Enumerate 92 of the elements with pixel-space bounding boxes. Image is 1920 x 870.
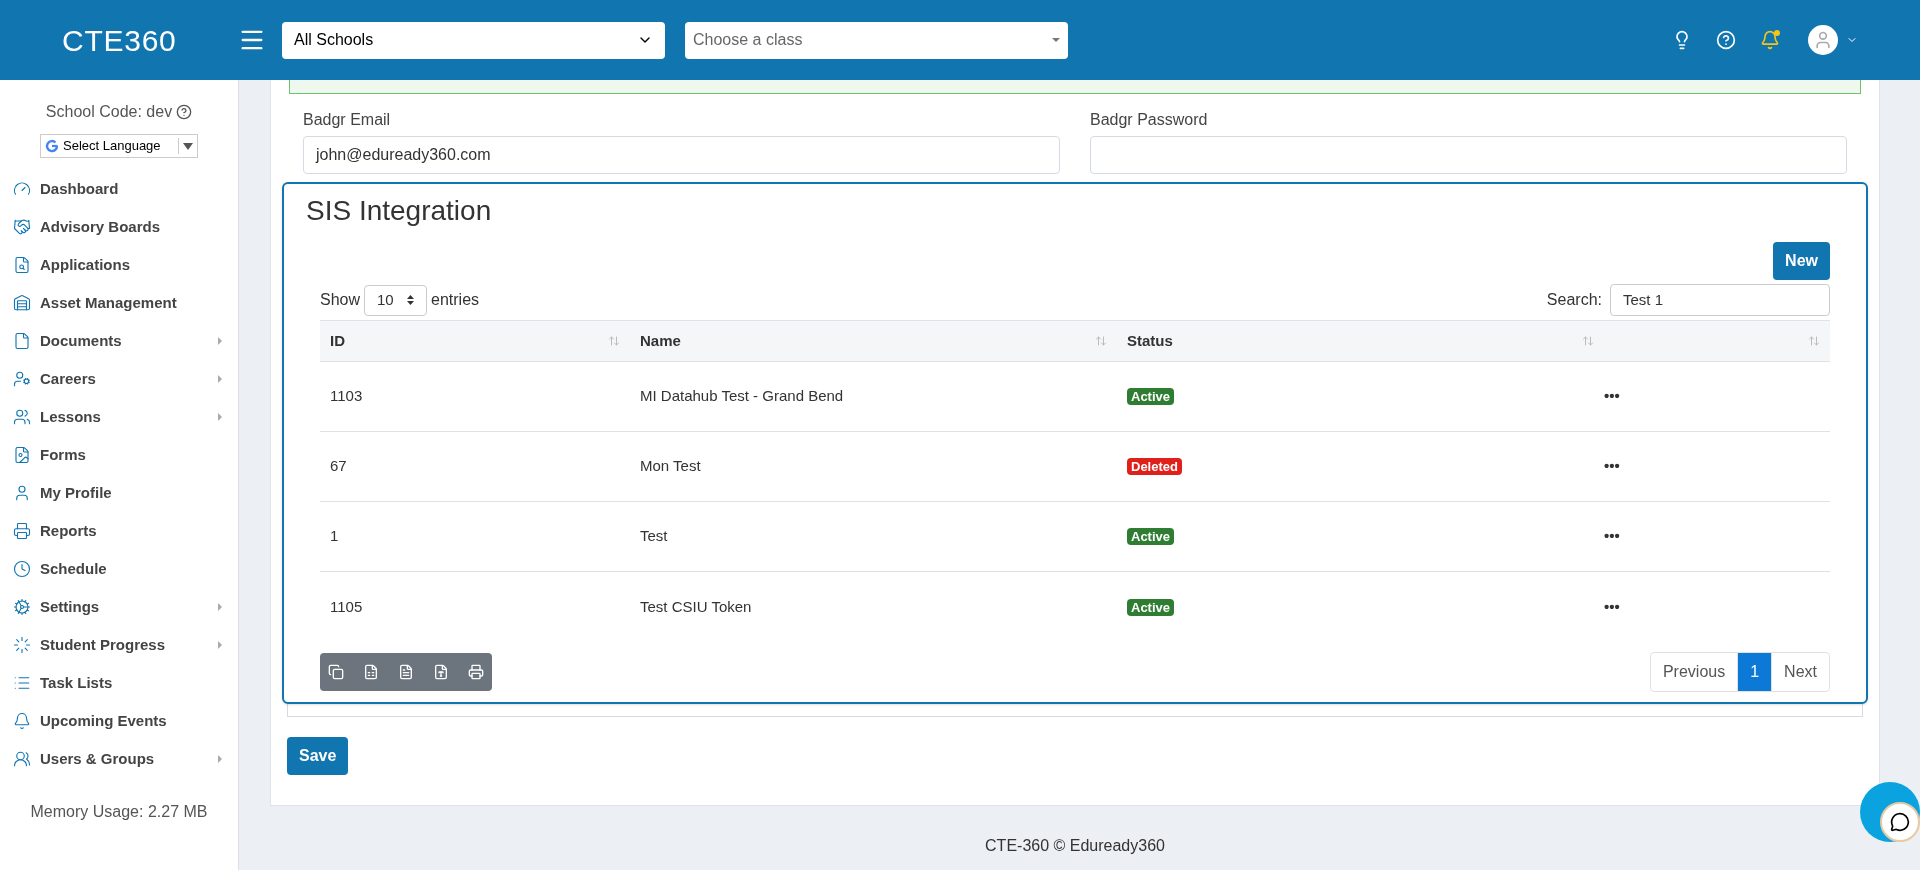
column-header[interactable]: Status [1127,329,1173,353]
updown-icon [407,295,415,305]
pagination-button[interactable]: 1 [1737,653,1772,691]
pagination-button[interactable]: Next [1771,653,1829,691]
sidebar-item[interactable]: Lessons [0,398,238,436]
table-cell-text: Mon Test [639,456,702,477]
logo[interactable]: CTE360 [62,17,212,63]
search-label: Search: [1546,290,1602,310]
entries-label: entries [431,290,480,310]
more-button[interactable]: ••• [1604,387,1620,405]
gauge-icon [13,180,31,198]
caret-icon [218,375,222,383]
field-label: Badgr Password [1090,110,1209,130]
dotted-circle-icon [13,636,31,654]
caret-icon [1052,38,1060,42]
password-field[interactable] [1090,136,1847,174]
table-cell-text: MI Datahub Test - Grand Bend [639,386,845,407]
list-icon [13,674,31,692]
person-icon [13,484,31,502]
column-header[interactable]: Name [640,329,681,353]
caret-icon [218,641,222,649]
sidebar-item[interactable]: Careers [0,360,238,398]
caret-icon [218,603,222,611]
caret-icon [218,413,222,421]
search-field[interactable]: Test 1 [1610,284,1830,316]
clock-icon [13,560,31,578]
sidebar-item[interactable]: Task Lists [0,664,238,702]
pagination-button[interactable]: Previous [1650,653,1738,691]
caret-icon [218,755,222,763]
field-label: Badgr Email [303,110,392,130]
bell-icon [13,712,31,730]
status-badge: Active [1127,388,1175,406]
entries-select[interactable]: 10 [364,284,428,316]
group-icon [13,750,31,768]
footer-text: CTE-360 © Eduready360 [985,836,1165,856]
table-cell-text: 1 [329,526,340,547]
handshake-icon [13,218,31,236]
printer-icon[interactable] [468,664,484,680]
save-button[interactable]: Save [287,737,349,775]
avatar[interactable] [1808,25,1838,55]
help-icon[interactable] [176,104,193,120]
more-button[interactable]: ••• [1604,457,1620,475]
sidebar-item[interactable]: Applications [0,246,238,284]
table-cell-text: 1105 [329,596,364,617]
file-icon [13,332,31,350]
new-button[interactable]: New [1773,242,1830,280]
memory-usage: Memory Usage: 2.27 MB [29,802,209,822]
class-select[interactable]: Choose a class [685,21,1068,59]
group-icon [13,408,31,426]
more-button[interactable]: ••• [1604,527,1620,545]
pdf-icon[interactable] [433,664,449,680]
more-button[interactable]: ••• [1604,597,1620,615]
document-icon[interactable] [398,664,414,680]
sidebar-item[interactable]: Forms [0,436,238,474]
table-cell-text: 1103 [329,386,364,407]
school-code: School Code: dev [45,102,173,122]
google-icon [45,139,59,153]
sidebar-item[interactable]: Schedule [0,550,238,588]
section-title: SIS Integration [306,194,493,228]
sidebar-item[interactable]: Upcoming Events [0,702,238,740]
chat-icon [1890,812,1910,832]
sidebar-item[interactable]: Settings [0,588,238,626]
chat-button[interactable] [1860,782,1920,842]
table-cell-text: Test CSIU Token [639,596,753,617]
form-icon [13,446,31,464]
email-field[interactable]: john@eduready360.com [303,136,1060,174]
copy-icon[interactable] [328,664,344,680]
sidebar-item[interactable]: Reports [0,512,238,550]
table-cell-text: Test [639,526,669,547]
status-badge: Active [1127,598,1175,616]
table-cell-text: 67 [329,456,348,477]
spreadsheet-icon[interactable] [363,664,379,680]
sidebar-item[interactable]: Dashboard [0,170,238,208]
gear-icon [13,598,31,616]
sidebar-item[interactable]: Advisory Boards [0,208,238,246]
sidebar-item[interactable]: Documents [0,322,238,360]
status-badge: Active [1127,528,1175,546]
status-badge: Deleted [1127,458,1182,476]
column-header[interactable]: ID [330,329,345,353]
printer-icon [13,522,31,540]
show-label: Show [320,290,361,310]
language-select[interactable]: Select Language [40,134,198,158]
sidebar-item[interactable]: Asset Management [0,284,238,322]
sidebar-item[interactable]: Student Progress [0,626,238,664]
caret-icon [218,337,222,345]
school-select[interactable]: All Schools [282,21,665,59]
notification-bell[interactable] [1760,30,1780,50]
file-search-icon [13,256,31,274]
sidebar-item[interactable]: My Profile [0,474,238,512]
sidebar-item[interactable]: Users & Groups [0,740,238,778]
caret-icon [183,142,193,150]
person-icon [13,370,31,388]
